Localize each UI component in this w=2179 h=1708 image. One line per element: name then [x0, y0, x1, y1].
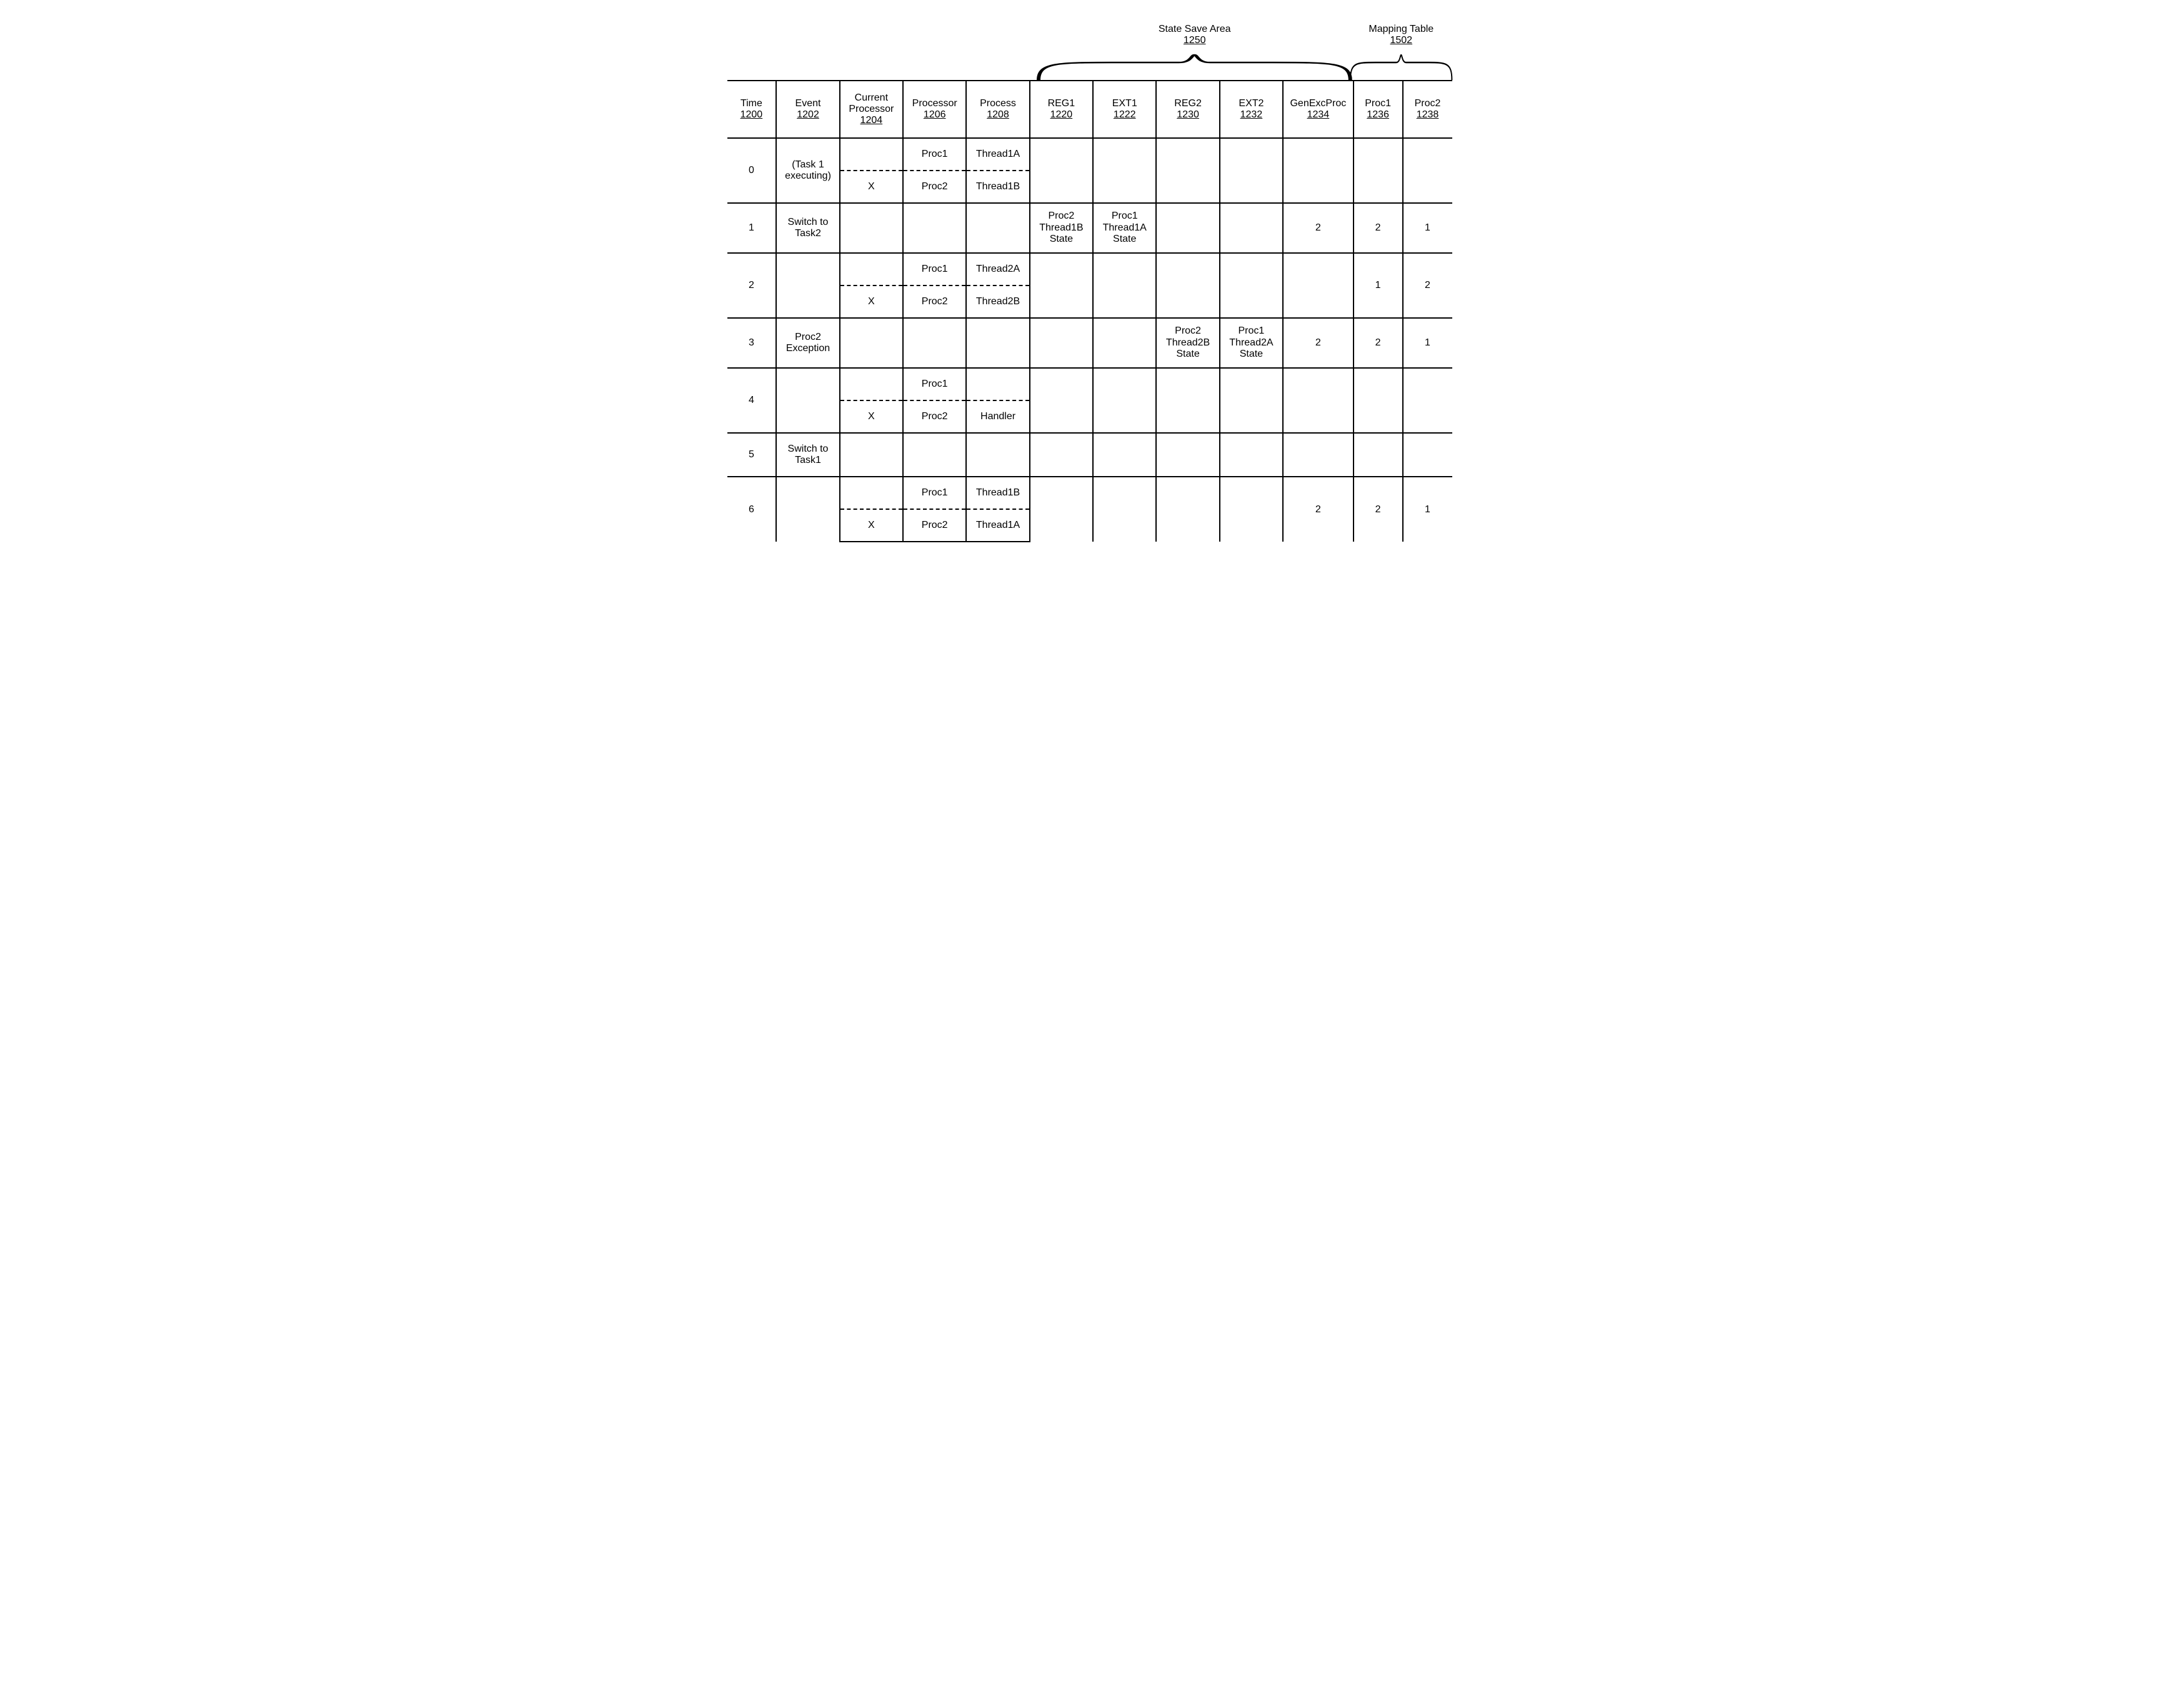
cell-current: X	[840, 285, 903, 318]
cell-p2: 1	[1403, 318, 1452, 368]
cell-processor: Proc2	[903, 171, 966, 203]
cell-gen: 2	[1283, 477, 1354, 542]
col-genexcproc: GenExcProc1234	[1283, 81, 1354, 138]
cell-current	[840, 138, 903, 171]
cell-p2: 1	[1403, 477, 1452, 542]
cell-time: 2	[727, 253, 777, 318]
cell-p1: 2	[1354, 477, 1403, 542]
cell-processor: Proc1	[903, 477, 966, 509]
cell-time: 0	[727, 138, 777, 203]
cell-ext2: Proc1 Thread2A State	[1220, 318, 1283, 368]
cell-p2: 2	[1403, 253, 1452, 318]
cell-process	[966, 368, 1029, 400]
cell-p2: 1	[1403, 203, 1452, 253]
table-row: 0 (Task 1 executing) Proc1 Thread1A	[727, 138, 1452, 171]
cell-processor: Proc1	[903, 138, 966, 171]
cell-event: Switch to Task1	[776, 433, 839, 477]
brace-label-row: State Save Area 1250 Mapping Table 1502	[727, 24, 1452, 80]
cell-time: 3	[727, 318, 777, 368]
mapping-table-brace-icon	[1350, 55, 1452, 80]
cell-processor: Proc2	[903, 400, 966, 433]
cell-current: X	[840, 509, 903, 542]
cell-event: Proc2 Exception	[776, 318, 839, 368]
cell-current	[840, 368, 903, 400]
figure-wrapper: State Save Area 1250 Mapping Table 1502 …	[727, 24, 1452, 542]
cell-process: Thread1A	[966, 509, 1029, 542]
state-save-area-label: State Save Area 1250	[1039, 24, 1350, 46]
cell-current	[840, 253, 903, 285]
cell-processor: Proc2	[903, 285, 966, 318]
col-time: Time1200	[727, 81, 777, 138]
table-row: 3 Proc2 Exception Proc2 Thread2B State P…	[727, 318, 1452, 368]
col-process: Process1208	[966, 81, 1029, 138]
cell-event: (Task 1 executing)	[776, 138, 839, 203]
cell-processor: Proc2	[903, 509, 966, 542]
cell-ext1: Proc1 Thread1A State	[1093, 203, 1156, 253]
cell-gen: 2	[1283, 318, 1354, 368]
header-row: Time1200 Event1202 Current Processor1204…	[727, 81, 1452, 138]
cell-event: Switch to Task2	[776, 203, 839, 253]
table-row: 6 Proc1 Thread1B 2 2 1	[727, 477, 1452, 509]
cell-process: Thread1B	[966, 171, 1029, 203]
col-processor: Processor1206	[903, 81, 966, 138]
cell-time: 1	[727, 203, 777, 253]
table-row: 1 Switch to Task2 Proc2 Thread1B State P…	[727, 203, 1452, 253]
cell-reg2: Proc2 Thread2B State	[1156, 318, 1219, 368]
cell-process: Thread2B	[966, 285, 1029, 318]
col-reg2: REG21230	[1156, 81, 1219, 138]
cell-process: Thread2A	[966, 253, 1029, 285]
cell-process: Thread1B	[966, 477, 1029, 509]
cell-p1: 2	[1354, 203, 1403, 253]
table-row: 4 Proc1	[727, 368, 1452, 400]
cell-gen: 2	[1283, 203, 1354, 253]
cell-process: Thread1A	[966, 138, 1029, 171]
table-row: 5 Switch to Task1	[727, 433, 1452, 477]
cell-current: X	[840, 400, 903, 433]
table-row: 2 Proc1 Thread2A 1 2	[727, 253, 1452, 285]
cell-p1: 2	[1354, 318, 1403, 368]
col-ext1: EXT11222	[1093, 81, 1156, 138]
cell-process: Handler	[966, 400, 1029, 433]
mapping-table-label: Mapping Table 1502	[1350, 24, 1452, 46]
cell-current	[840, 477, 903, 509]
cell-reg1: Proc2 Thread1B State	[1030, 203, 1093, 253]
cell-time: 5	[727, 433, 777, 477]
col-ext2: EXT21232	[1220, 81, 1283, 138]
col-proc2: Proc21238	[1403, 81, 1452, 138]
cell-processor: Proc1	[903, 253, 966, 285]
cell-processor: Proc1	[903, 368, 966, 400]
col-event: Event1202	[776, 81, 839, 138]
col-reg1: REG11220	[1030, 81, 1093, 138]
cell-p1: 1	[1354, 253, 1403, 318]
state-save-brace-icon	[1039, 55, 1350, 80]
cell-time: 4	[727, 368, 777, 433]
cell-current: X	[840, 171, 903, 203]
col-proc1: Proc11236	[1354, 81, 1403, 138]
state-table: Time1200 Event1202 Current Processor1204…	[727, 80, 1452, 542]
cell-time: 6	[727, 477, 777, 542]
col-current-processor: Current Processor1204	[840, 81, 903, 138]
